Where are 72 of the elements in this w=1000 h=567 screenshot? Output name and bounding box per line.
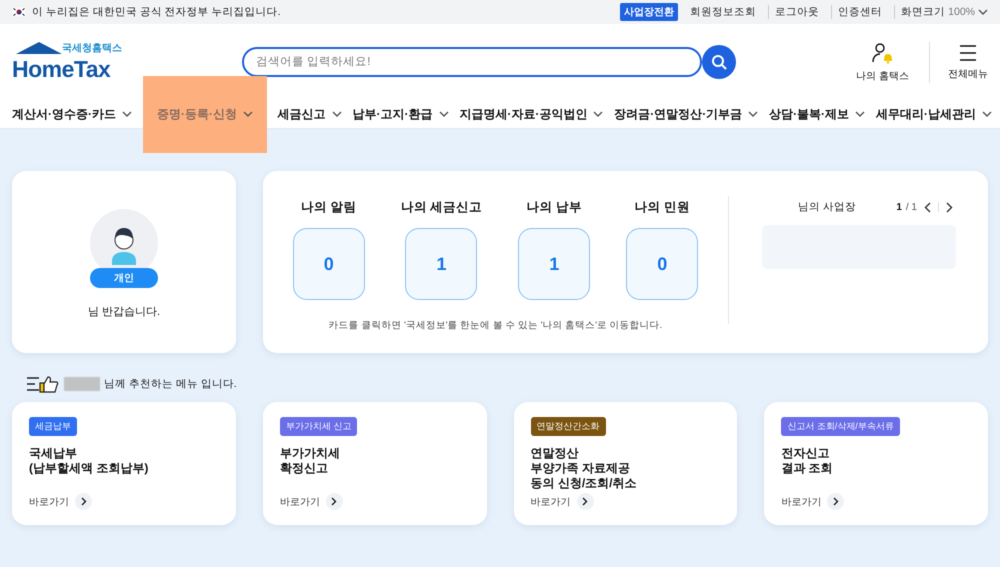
category-tag: 부가가치세 신고 xyxy=(280,417,358,436)
chevron-right-icon xyxy=(946,202,953,212)
logo-subtitle: 국세청홈택스 xyxy=(62,42,122,54)
nav-menu-item[interactable]: 상담·불복·제보 xyxy=(769,106,866,122)
my-hometax-button[interactable]: 나의 홈택스 xyxy=(856,42,930,82)
go-link[interactable]: 바로가기 xyxy=(781,493,844,510)
chevron-left-icon xyxy=(924,202,931,212)
chevron-down-icon xyxy=(438,111,449,117)
search-icon xyxy=(711,54,727,70)
recommend-heading: 님께 추천하는 메뉴 입니다. xyxy=(104,377,237,391)
hint-text: 카드를 클릭하면 '국세정보'를 한눈에 볼 수 있는 '나의 홈택스'로 이동합니다. xyxy=(328,319,662,332)
top-link[interactable]: 로그아웃 xyxy=(768,5,826,19)
chevron-down-icon xyxy=(748,111,758,117)
stat-count-card[interactable]: 0 xyxy=(626,228,698,300)
chevron-right-icon xyxy=(832,497,839,506)
stat-label: 나의 민원 xyxy=(634,199,690,216)
individual-badge: 개인 xyxy=(90,268,158,288)
korean-flag-icon xyxy=(12,7,26,17)
chevron-down-icon xyxy=(855,111,866,117)
go-link[interactable]: 바로가기 xyxy=(29,493,92,510)
go-link[interactable]: 바로가기 xyxy=(280,493,343,510)
category-tag: 연말정산간소화 xyxy=(530,417,606,436)
switch-business-button[interactable]: 사업장전환 xyxy=(620,3,678,21)
nav-menu-item[interactable]: 계산서·영수증·카드 xyxy=(12,106,132,122)
stat-count-card[interactable]: 1 xyxy=(405,228,478,300)
category-tag: 신고서 조회/삭제/부속서류 xyxy=(781,417,900,436)
chevron-down-icon xyxy=(122,111,132,117)
search-button[interactable] xyxy=(702,45,736,79)
zoom-button[interactable]: 화면크기 100% xyxy=(894,5,988,19)
search-field[interactable]: 검색어를 입력하세요! xyxy=(242,47,702,77)
menu-title: 국세납부 (납부할세액 조회납부) xyxy=(29,446,150,477)
page-total: / 1 xyxy=(906,202,917,212)
nav-menu-item[interactable]: 장려금·연말정산·기부금 xyxy=(614,106,758,122)
stat-label: 나의 납부 xyxy=(526,199,582,216)
list-thumbs-up-icon xyxy=(26,375,60,393)
stat-label: 나의 알림 xyxy=(301,199,356,216)
chevron-down-icon xyxy=(242,111,253,117)
menu-card[interactable]: 부가가치세 신고 부가가치세 확정신고 바로가기 xyxy=(262,402,486,525)
notice-text: 이 누리집은 대한민국 공식 전자정부 누리집입니다. xyxy=(32,5,281,19)
nav-menu-item[interactable]: 세무대리·납세관리 xyxy=(876,106,992,122)
stat-count-card[interactable]: 0 xyxy=(292,228,365,300)
stat-label: 나의 세금신고 xyxy=(400,199,482,216)
category-tag: 세금납부 xyxy=(29,417,77,436)
menu-title: 부가가치세 확정신고 xyxy=(280,446,341,477)
page-current: 1 xyxy=(896,202,902,212)
blurred-name xyxy=(64,377,100,391)
top-link[interactable]: 회원정보조회 xyxy=(684,5,762,19)
menu-card[interactable]: 연말정산간소화 연말정산 부양가족 자료제공 동의 신청/조회/취소 바로가기 xyxy=(514,402,738,525)
person-bell-icon xyxy=(872,42,894,64)
greeting-text: 님 반갑습니다. xyxy=(88,305,160,319)
menu-title: 연말정산 부양가족 자료제공 동의 신청/조회/취소 xyxy=(530,446,638,492)
top-link[interactable]: 인증센터 xyxy=(831,5,888,19)
nav-menu-item[interactable]: 납부·고지·환급 xyxy=(352,106,449,122)
house-roof-icon xyxy=(14,40,64,54)
menu-card[interactable]: 신고서 조회/삭제/부속서류 전자신고 결과 조회 바로가기 xyxy=(764,402,988,525)
logo-text: HomeTax xyxy=(12,56,112,82)
menu-card[interactable]: 세금납부 국세납부 (납부할세액 조회납부) 바로가기 xyxy=(12,402,236,525)
nav-menu-item[interactable]: 세금신고 xyxy=(278,106,342,122)
chevron-right-icon xyxy=(80,497,86,506)
menu-title: 전자신고 결과 조회 xyxy=(781,446,834,477)
stat-count-card[interactable]: 1 xyxy=(518,228,590,300)
all-menu-button[interactable]: 전체메뉴 xyxy=(930,44,988,80)
menu-icon xyxy=(958,44,978,62)
chevron-down-icon xyxy=(978,9,988,15)
go-link[interactable]: 바로가기 xyxy=(530,493,594,510)
chevron-down-icon xyxy=(982,111,992,117)
business-title: 님의 사업장 xyxy=(797,200,857,214)
chevron-right-icon xyxy=(582,497,588,506)
chevron-right-icon xyxy=(331,497,338,506)
chevron-down-icon xyxy=(332,111,342,117)
chevron-down-icon xyxy=(593,111,604,117)
nav-menu-item[interactable]: 지급명세·자료·공익법인 xyxy=(459,106,604,122)
